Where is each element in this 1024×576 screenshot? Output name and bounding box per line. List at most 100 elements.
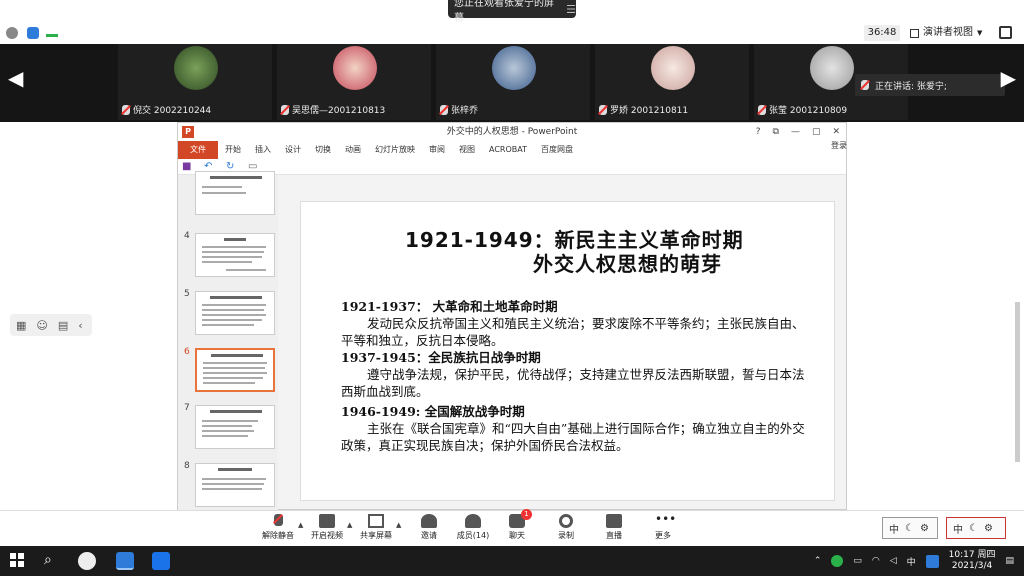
ime-mode-label: 中 [953,524,963,536]
chevron-left-icon[interactable]: ◀ [8,66,23,90]
fullscreen-icon[interactable] [999,26,1012,39]
members-icon [465,514,481,528]
live-button[interactable]: 直播 [589,514,639,541]
moon-icon: ☾ [969,522,978,534]
avatar [333,46,377,90]
ppt-window-title: 外交中的人权思想 - PowerPoint [446,127,578,137]
slide-number: 5 [184,289,190,299]
speaking-label: 正在讲话: 张爱宁; [875,81,947,92]
more-icon: ••• [655,512,677,526]
section-body: 遵守战争法规，保护平民，优待战俘；支持建立世界反法西斯联盟，誓与日本法西斯血战到… [341,367,805,399]
tab-animations[interactable]: 动画 [338,141,368,159]
share-screen-button[interactable]: 共享屏幕 [351,514,401,541]
signal-icon[interactable] [46,27,58,37]
shield-icon[interactable] [27,27,39,39]
slide-section: 1937-1945：全民族抗日战争时期 遵守战争法规，保护平民，优待战俘；支持建… [341,349,811,400]
speaking-indicator: 正在讲话: 张爱宁; [855,74,1005,96]
input-language[interactable]: 中 [907,555,916,568]
collapse-icon[interactable]: ‹ [78,319,82,332]
info-icon[interactable] [6,27,18,39]
wifi-icon[interactable]: ◠ [872,556,880,566]
ime-mode-label: 中 [889,524,899,536]
chevron-up-icon[interactable]: ⌃ [814,556,822,566]
slide-thumbnail[interactable] [195,291,275,335]
chevron-down-icon: ▼ [977,29,983,37]
mic-muted-icon [281,104,289,115]
tab-review[interactable]: 审阅 [422,141,452,159]
tab-baidu-netdisk[interactable]: 百度网盘 [534,141,580,159]
windows-start-icon[interactable] [10,552,28,570]
more-button[interactable]: ••• 更多 [638,512,688,541]
wechat-icon[interactable] [831,555,844,567]
avatar [174,46,218,90]
meeting-app-icon[interactable] [116,552,134,570]
ime-box-active[interactable]: 中 ☾ ⚙ [946,517,1006,539]
grid-icon [910,28,919,38]
volume-icon[interactable]: ◁ [890,556,897,566]
save-icon[interactable]: ■ [182,161,191,172]
participant-tile[interactable]: 倪交 2002210244 [118,44,272,120]
ime-indicators: 中 ☾ ⚙ 中 ☾ ⚙ [882,515,1010,543]
tab-file[interactable]: 文件 [178,141,218,159]
mic-muted-icon [122,104,130,115]
tab-home[interactable]: 开始 [218,141,248,159]
participant-tile[interactable]: 罗娇 2001210811 [595,44,749,120]
share-screen-icon [368,514,384,528]
participant-name: 罗娇 2001210811 [610,106,689,116]
view-mode-button[interactable]: 演讲者视图 ▼ [910,25,988,41]
tab-view[interactable]: 视图 [452,141,482,159]
menu-icon[interactable]: ☰ [566,3,576,16]
start-video-button[interactable]: 开启视频 [302,514,352,541]
quick-access-toolbar: ■ ↶ ↻ ▭ [178,159,846,175]
wps-icon[interactable] [152,552,170,570]
ribbon-display-button[interactable]: ⧉ [773,123,779,141]
members-button[interactable]: 成员(14) [448,514,498,541]
login-link[interactable]: 登录 [831,140,847,151]
scrollbar[interactable] [1015,302,1020,462]
tab-design[interactable]: 设计 [278,141,308,159]
slide-number: 7 [184,403,190,413]
tab-insert[interactable]: 插入 [248,141,278,159]
minimize-button[interactable]: — [791,123,800,141]
slide-thumbnail-current[interactable] [195,348,275,392]
close-button[interactable]: ✕ [832,123,840,141]
current-slide[interactable]: 1921-1949：新民主主义革命时期 外交人权思想的萌芽 1921-1937：… [300,201,835,501]
apps-icon[interactable]: ▦ [16,319,26,332]
tab-acrobat[interactable]: ACROBAT [482,141,534,159]
chat-icon: 1 [509,509,532,528]
mic-muted-icon [270,514,286,528]
start-video-label: 开启视频 [311,531,343,540]
reaction-icon[interactable]: ☺ [36,319,47,332]
participant-tile[interactable]: 张梓乔 [436,44,590,120]
record-button[interactable]: 录制 [541,514,591,541]
app-icon[interactable] [78,552,96,570]
share-banner[interactable]: 您正在观看张爱宁的屏幕 ☰ [448,0,576,24]
tab-transitions[interactable]: 切换 [308,141,338,159]
mic-muted-icon [758,104,766,115]
share-banner-text: 您正在观看张爱宁的屏幕 [454,0,554,24]
battery-icon[interactable]: ▭ [853,556,862,566]
chat-button[interactable]: 1 聊天 [492,509,542,541]
slide-thumbnail[interactable] [195,233,275,277]
chat-bubble-icon[interactable]: ▤ [58,319,68,332]
slide-thumbnail[interactable] [195,463,275,507]
slide-number: 4 [184,231,190,241]
maximize-button[interactable]: ▢ [812,123,821,141]
chevron-right-icon[interactable]: ▶ [1001,66,1016,90]
video-strip: ◀ 倪交 2002210244 吴思儒—2001210813 张梓乔 罗娇 20… [0,44,1024,122]
slide-thumbnail[interactable] [195,405,275,449]
notification-icon[interactable]: ▤ [1005,556,1014,566]
tab-slideshow[interactable]: 幻灯片放映 [368,141,422,159]
participant-tile[interactable]: 吴思儒—2001210813 [277,44,431,120]
chevron-up-icon[interactable]: ▲ [396,521,401,529]
invite-label: 邀请 [421,531,437,540]
clock-date: 2021/3/4 [951,561,993,571]
ime-box[interactable]: 中 ☾ ⚙ [882,517,938,539]
invite-button[interactable]: 邀请 [404,514,454,541]
slide-thumbnail[interactable] [195,171,275,215]
help-button[interactable]: ? [756,123,761,141]
search-icon[interactable]: ⌕ [44,552,62,570]
unmute-button[interactable]: 解除静音 [253,514,303,541]
qq-icon[interactable] [925,554,939,568]
clock[interactable]: 10:17 周四 2021/3/4 [949,550,996,572]
